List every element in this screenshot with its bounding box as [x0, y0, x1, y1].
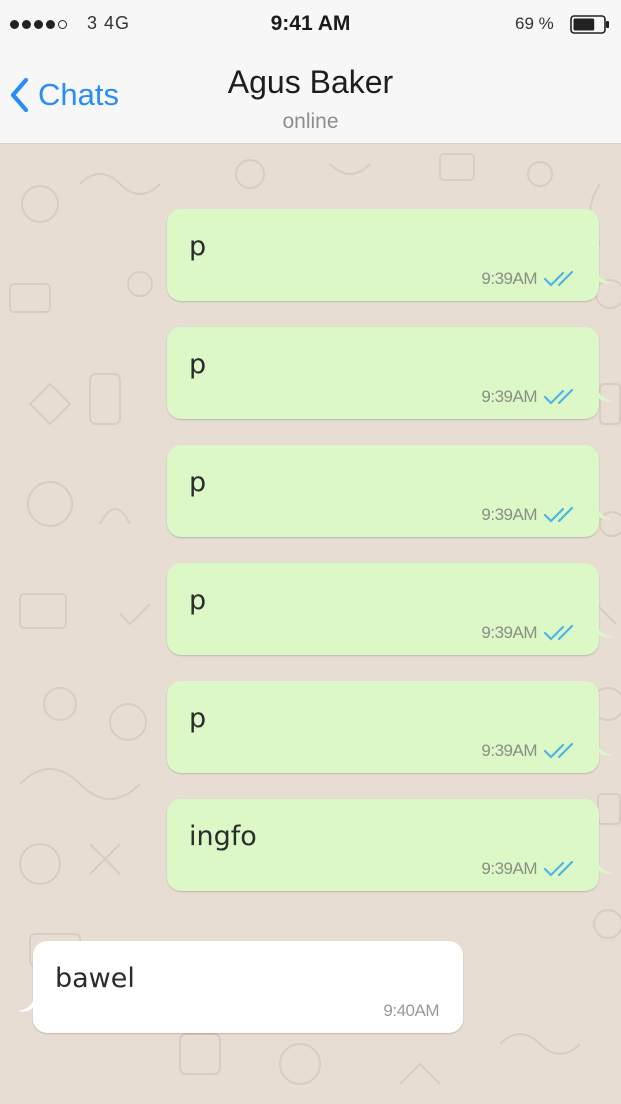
message-time: 9:39AM	[481, 623, 537, 642]
message-time: 9:39AM	[481, 859, 537, 878]
status-bar: 3 4G 9:41 AM 69 %	[0, 0, 621, 50]
message-time: 9:39AM	[481, 505, 537, 524]
outgoing-message-bubble[interactable]: ingfo 9:39AM	[167, 799, 613, 891]
double-check-icon	[543, 860, 574, 877]
message-text: p	[189, 467, 207, 498]
double-check-icon	[543, 388, 574, 405]
bubble-tail	[597, 859, 613, 874]
nav-bar: Chats Agus Baker online	[0, 50, 621, 144]
bubble-tail	[597, 623, 613, 638]
phone-screen: 3 4G 9:41 AM 69 % Chats Agus Baker onlin…	[0, 0, 621, 1104]
incoming-message-bubble[interactable]: bawel 9:40AM	[18, 941, 463, 1033]
double-check-icon	[543, 624, 574, 641]
chat-area[interactable]: p 9:39AM p 9:39AM p 9:39AM p 9:39AM p 9:39AM ingfo…	[0, 144, 621, 1104]
outgoing-message-bubble[interactable]: p 9:39AM	[167, 563, 613, 655]
message-meta: 9:39AM	[481, 741, 575, 761]
message-text: p	[189, 349, 207, 380]
double-check-icon	[543, 506, 574, 523]
bubble-tail	[597, 269, 613, 284]
message-text: p	[189, 585, 207, 616]
outgoing-message-bubble[interactable]: p 9:39AM	[167, 445, 613, 537]
bubble-tail	[597, 505, 613, 520]
message-time: 9:39AM	[481, 741, 537, 760]
contact-name[interactable]: Agus Baker	[0, 64, 621, 101]
message-meta: 9:39AM	[481, 269, 575, 289]
message-text: p	[189, 703, 207, 734]
contact-status: online	[282, 110, 339, 133]
message-text: p	[189, 231, 207, 262]
message-time: 9:39AM	[481, 387, 537, 406]
message-meta: 9:39AM	[481, 387, 575, 407]
double-check-icon	[543, 270, 574, 287]
bubble-tail	[597, 387, 613, 402]
bubble-tail	[597, 741, 613, 756]
message-time: 9:39AM	[481, 269, 537, 288]
bubble-tail	[18, 997, 34, 1012]
message-meta: 9:39AM	[481, 505, 575, 525]
double-check-icon	[543, 742, 574, 759]
message-text: bawel	[55, 963, 135, 994]
outgoing-message-bubble[interactable]: p 9:39AM	[167, 681, 613, 773]
battery-percent: 69 %	[515, 14, 554, 33]
message-time: 9:40AM	[383, 1001, 439, 1020]
message-meta: 9:39AM	[481, 623, 575, 643]
message-text: ingfo	[189, 821, 257, 852]
message-meta: 9:40AM	[383, 1001, 439, 1021]
battery-icon	[570, 15, 609, 34]
message-meta: 9:39AM	[481, 859, 575, 879]
outgoing-message-bubble[interactable]: p 9:39AM	[167, 209, 613, 301]
outgoing-message-bubble[interactable]: p 9:39AM	[167, 327, 613, 419]
